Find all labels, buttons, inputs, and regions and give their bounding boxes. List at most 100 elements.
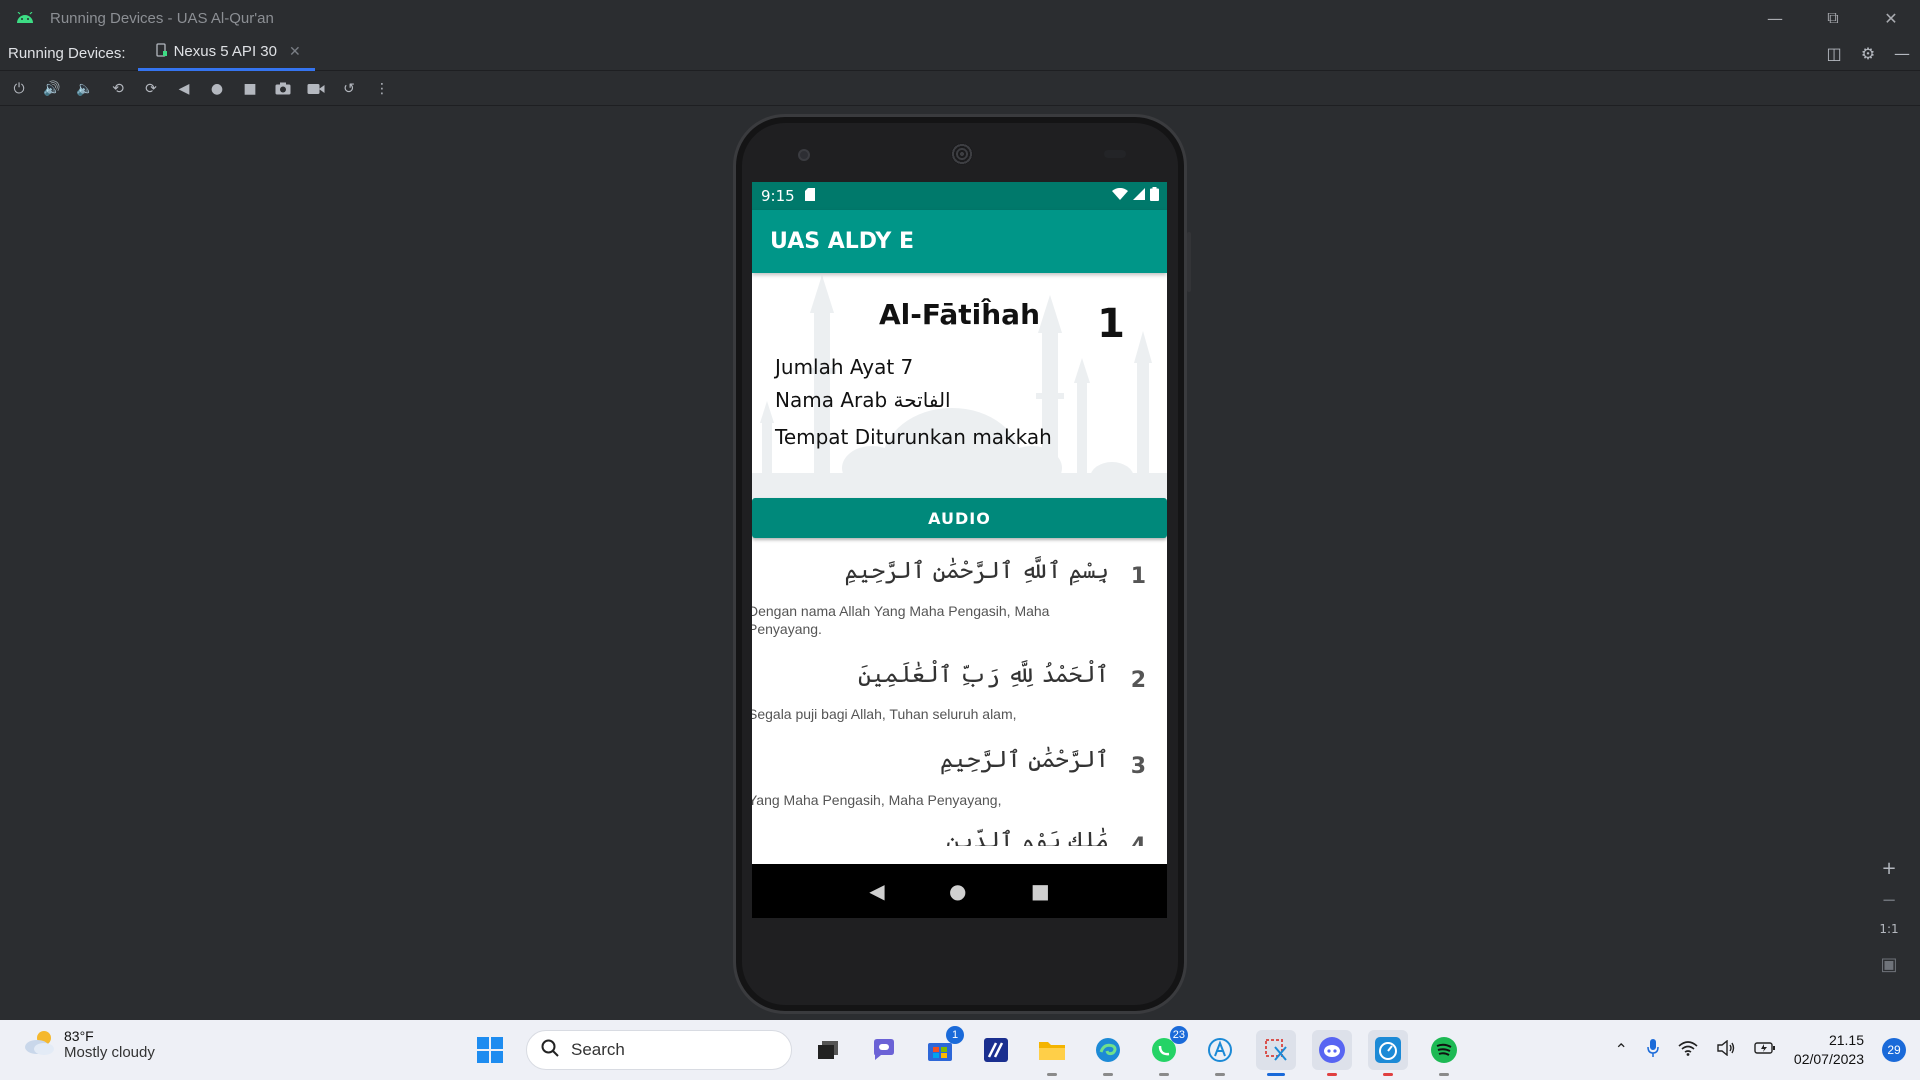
- start-button[interactable]: [470, 1030, 510, 1070]
- window-title-bar: Running Devices - UAS Al-Qur'an — ⧉ ✕: [0, 0, 1920, 36]
- zoom-out-button[interactable]: −: [1881, 890, 1896, 912]
- microsoft-store-icon[interactable]: 1: [920, 1026, 964, 1070]
- screenshot-icon[interactable]: [270, 76, 296, 102]
- nama-arab: Nama Arab الفاتحة: [775, 388, 951, 412]
- taskbar-search-input[interactable]: Search: [526, 1030, 792, 1070]
- running-indicator: [1327, 1073, 1337, 1076]
- snipping-tool-icon[interactable]: [1256, 1030, 1296, 1076]
- vscode-style-app-icon[interactable]: [976, 1030, 1016, 1070]
- power-side-button[interactable]: [1187, 232, 1191, 292]
- running-indicator: [1047, 1073, 1057, 1076]
- rotate-right-icon[interactable]: ⟳: [138, 76, 164, 102]
- system-tray: ⌃ 21.15 02/07/2023 29: [1615, 1028, 1906, 1072]
- sd-card-icon: [804, 187, 816, 205]
- store-badge: 1: [946, 1026, 964, 1044]
- tab-nexus-5[interactable]: Nexus 5 API 30 ✕: [137, 36, 315, 71]
- phone-screen: 9:15 UAS ALDY E Al-Fātiĥah 1 Jumlah Ayat…: [752, 182, 1167, 918]
- home-icon[interactable]: ●: [204, 76, 230, 102]
- running-indicator: [1215, 1073, 1225, 1076]
- app-title: UAS ALDY E: [770, 229, 915, 254]
- battery-charging-icon[interactable]: [1754, 1041, 1776, 1060]
- whatsapp-icon[interactable]: 23: [1144, 1026, 1188, 1076]
- running-devices-tabbar: Running Devices: Nexus 5 API 30 ✕ ◫ ⚙ —: [0, 36, 1920, 71]
- hide-panel-icon[interactable]: —: [1892, 44, 1912, 63]
- running-indicator: [1267, 1073, 1285, 1076]
- zoom-in-button[interactable]: +: [1881, 858, 1896, 880]
- overview-icon[interactable]: ■: [237, 76, 263, 102]
- volume-up-icon[interactable]: 🔊: [39, 76, 65, 102]
- running-devices-label: Running Devices:: [8, 44, 126, 62]
- screen-record-icon[interactable]: [303, 76, 329, 102]
- device-toolbar: ⏻ 🔊 🔈 ⟲ ⟳ ◀ ● ■ ↺ ⋮: [0, 72, 1920, 106]
- clock-date: 02/07/2023: [1793, 1051, 1864, 1067]
- wifi-icon: [1112, 187, 1128, 204]
- search-icon: [541, 1039, 559, 1062]
- running-indicator: [1439, 1073, 1449, 1076]
- snapshot-icon[interactable]: ↺: [336, 76, 362, 102]
- clock-app-icon[interactable]: [1368, 1030, 1408, 1076]
- status-time: 9:15: [761, 187, 795, 205]
- window-title: Running Devices - UAS Al-Qur'an: [50, 9, 274, 27]
- audio-button[interactable]: AUDIO: [752, 498, 1167, 538]
- nav-recents-icon[interactable]: ■: [1031, 879, 1050, 903]
- layout-icon[interactable]: ◫: [1824, 44, 1844, 63]
- microphone-icon[interactable]: [1646, 1038, 1660, 1063]
- nav-home-icon[interactable]: ●: [949, 879, 966, 903]
- signal-icon: [1133, 188, 1145, 204]
- weather-temp: 83°F: [64, 1028, 94, 1044]
- cloudy-weather-icon: [22, 1028, 56, 1061]
- back-icon[interactable]: ◀: [171, 76, 197, 102]
- running-indicator: [1103, 1073, 1113, 1076]
- taskbar-clock[interactable]: 21.15 02/07/2023: [1794, 1031, 1864, 1069]
- zoom-controls: + − 1:1 ▣: [1872, 858, 1906, 988]
- chevron-up-icon[interactable]: ⌃: [1615, 1040, 1628, 1060]
- discord-icon[interactable]: [1312, 1030, 1352, 1076]
- ayah-translation: Dengan nama Allah Yang Maha Pengasih, Ma…: [752, 603, 1050, 637]
- ayah-translation: Yang Maha Pengasih, Maha Penyayang,: [752, 792, 1002, 808]
- camera-icon: [798, 149, 810, 161]
- clock-time: 21.15: [1828, 1032, 1864, 1048]
- power-icon[interactable]: ⏻: [6, 76, 32, 102]
- file-explorer-icon[interactable]: [1032, 1030, 1072, 1076]
- weather-condition: Mostly cloudy: [64, 1044, 155, 1061]
- surah-header-card: Al-Fātiĥah 1 Jumlah Ayat 7 Nama Arab الف…: [752, 273, 1167, 498]
- search-placeholder: Search: [571, 1040, 625, 1059]
- task-view-icon[interactable]: [808, 1030, 848, 1070]
- minimize-button[interactable]: —: [1746, 0, 1804, 36]
- teams-chat-icon[interactable]: [864, 1030, 904, 1070]
- surah-number: 1: [1097, 301, 1125, 347]
- jumlah-ayat: Jumlah Ayat 7: [775, 355, 914, 379]
- close-tab-icon[interactable]: ✕: [289, 44, 301, 60]
- spotify-icon[interactable]: [1424, 1030, 1464, 1076]
- android-nav-bar: ◀ ● ■: [752, 864, 1167, 918]
- battery-icon: [1150, 187, 1159, 205]
- more-icon[interactable]: ⋮: [369, 76, 395, 102]
- tab-label: Nexus 5 API 30: [173, 43, 277, 60]
- volume-icon[interactable]: [1716, 1039, 1736, 1061]
- translator-app-icon[interactable]: [1200, 1030, 1240, 1076]
- wifi-icon[interactable]: [1678, 1040, 1698, 1061]
- weather-widget[interactable]: 83°F Mostly cloudy: [22, 1028, 155, 1061]
- edge-browser-icon[interactable]: [1088, 1030, 1128, 1076]
- ayah-arabic: مَٰلِكِ يَوْمِ ٱلدِّينِ: [946, 828, 1109, 846]
- restore-button[interactable]: ⧉: [1804, 0, 1862, 36]
- rotate-left-icon[interactable]: ⟲: [105, 76, 131, 102]
- running-indicator: [1383, 1073, 1393, 1076]
- android-status-bar: 9:15: [752, 182, 1167, 210]
- ayah-translation: Segala puji bagi Allah, Tuhan seluruh al…: [752, 706, 1017, 722]
- ayah-list[interactable]: بِسْمِ ٱللَّهِ ٱلرَّحْمَٰنِ ٱلرَّحِيمِ 1…: [752, 538, 1167, 846]
- windows-taskbar: 83°F Mostly cloudy Search 1 23 ⌃ 21.15 0…: [0, 1020, 1920, 1080]
- zoom-fit-icon[interactable]: ▣: [1880, 954, 1897, 976]
- close-button[interactable]: ✕: [1862, 0, 1920, 36]
- gear-icon[interactable]: ⚙: [1858, 44, 1878, 63]
- volume-down-icon[interactable]: 🔈: [72, 76, 98, 102]
- nav-back-icon[interactable]: ◀: [869, 879, 884, 903]
- speaker-grille: [951, 143, 973, 165]
- android-icon: [0, 12, 50, 24]
- device-icon: [155, 42, 168, 61]
- ayah-arabic: ٱلرَّحْمَٰنِ ٱلرَّحِيمِ: [939, 747, 1109, 773]
- whatsapp-badge: 23: [1169, 1026, 1188, 1044]
- app-bar: UAS ALDY E: [752, 210, 1167, 273]
- zoom-actual-size-button[interactable]: 1:1: [1879, 922, 1898, 944]
- notification-badge[interactable]: 29: [1882, 1038, 1906, 1062]
